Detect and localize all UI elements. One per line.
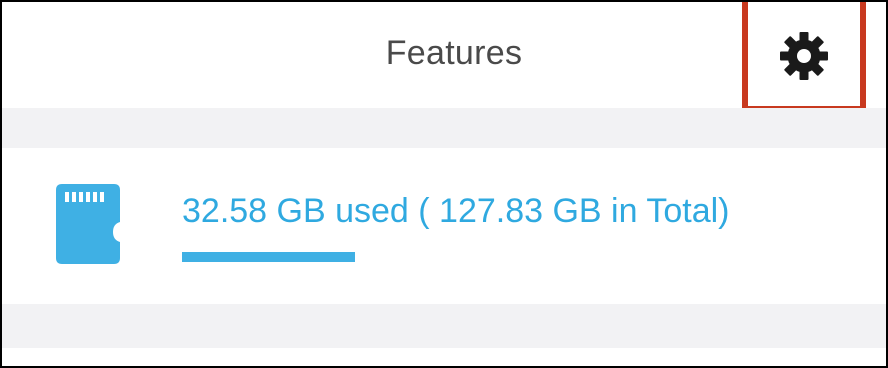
settings-button[interactable] — [742, 2, 866, 112]
features-screen: Features 32.58 GB used (127.83 GB in To… — [0, 0, 888, 368]
nav-header: Features — [2, 2, 886, 112]
storage-usage-row[interactable]: 32.58 GB used ( 127.83 GB in Total) — [2, 148, 886, 304]
section-spacer-bottom — [2, 304, 886, 348]
storage-usage-bar — [182, 252, 862, 262]
section-spacer-top — [2, 108, 886, 148]
storage-usage-label: 32.58 GB used ( 127.83 GB in Total) — [182, 192, 730, 230]
storage-usage-fill — [182, 252, 355, 262]
gear-icon — [780, 32, 828, 80]
sd-card-icon — [56, 184, 120, 264]
